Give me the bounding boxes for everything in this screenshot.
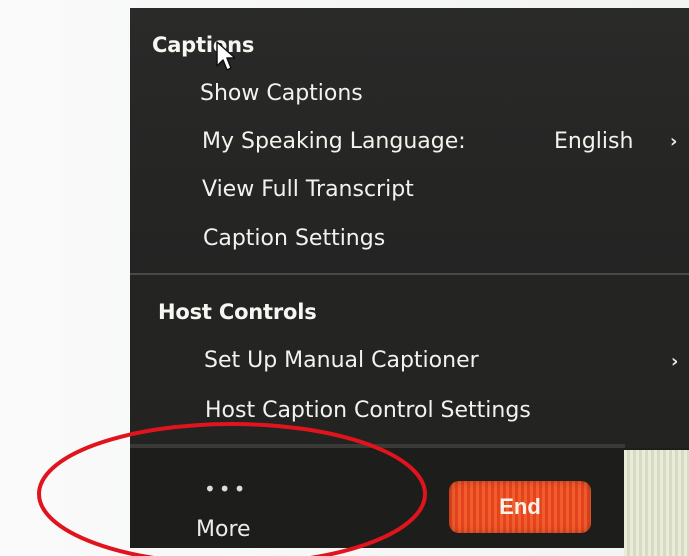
view-full-transcript-item[interactable]: View Full Transcript [202, 177, 414, 202]
video-thumbnail [624, 450, 689, 556]
ellipsis-icon: ••• [204, 477, 249, 501]
speaking-language-label: My Speaking Language: [202, 129, 466, 154]
end-meeting-button[interactable]: End [449, 481, 591, 533]
screen: Captions Show Captions My Speaking Langu… [0, 0, 689, 556]
chevron-right-icon: › [671, 351, 679, 372]
captions-context-menu: Captions Show Captions My Speaking Langu… [130, 8, 689, 448]
menu-divider [130, 273, 689, 275]
more-label: More [196, 517, 251, 542]
chevron-right-icon: › [670, 131, 678, 152]
host-controls-section-title: Host Controls [158, 300, 317, 324]
show-captions-item[interactable]: Show Captions [200, 81, 363, 106]
manual-captioner-label: Set Up Manual Captioner [204, 348, 479, 373]
speaking-language-value: English [554, 129, 634, 154]
host-caption-control-settings-item[interactable]: Host Caption Control Settings [205, 398, 531, 423]
mouse-pointer-icon [216, 41, 236, 71]
caption-settings-item[interactable]: Caption Settings [203, 226, 385, 251]
